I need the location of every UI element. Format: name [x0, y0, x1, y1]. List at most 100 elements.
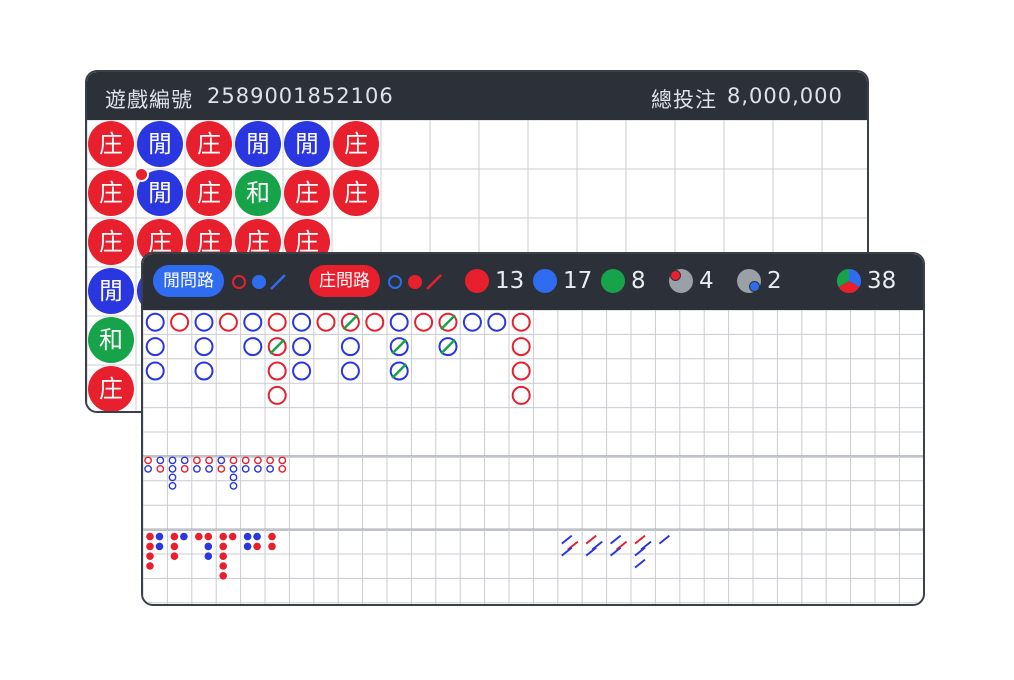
- big-road-banker: [414, 312, 434, 332]
- big-eye-road-player: [266, 464, 275, 473]
- big-eye-road-player: [144, 464, 152, 473]
- small-road-banker: [219, 552, 227, 560]
- big-road-banker: [267, 361, 287, 381]
- banker-pair-stat: 4: [669, 266, 714, 296]
- big-eye-road-player: [168, 456, 177, 465]
- player-ask-preview-icons: [232, 274, 286, 290]
- small-road-banker: [219, 572, 227, 580]
- tie-slash-icon: [391, 338, 408, 355]
- banker-ask-button[interactable]: 庄問路: [309, 265, 380, 297]
- small-road-banker: [195, 532, 203, 541]
- cockroach-road-banker: [585, 534, 597, 545]
- big-eye-road-player: [241, 464, 250, 473]
- bead-banker: 庄: [186, 121, 232, 167]
- bead-banker: 庄: [186, 170, 232, 216]
- big-eye-road-banker: [144, 456, 152, 465]
- small-road-banker: [253, 542, 261, 551]
- cockroach-road-player: [609, 534, 622, 545]
- cockroach-road-player: [658, 534, 671, 545]
- big-road-banker: [365, 312, 385, 332]
- big-road-player: [194, 337, 214, 357]
- small-road-player: [243, 532, 252, 541]
- big-road-banker: [267, 312, 287, 332]
- player-pair-icon: [737, 269, 761, 293]
- small-road-banker: [170, 532, 179, 541]
- bead-player: 閒: [284, 121, 330, 167]
- big-road-player: [145, 337, 165, 357]
- small-road-banker: [228, 532, 237, 541]
- big-road-player: [487, 312, 507, 332]
- total-count-stat: 38: [837, 266, 896, 296]
- bead-player: 閒: [137, 121, 183, 167]
- tie-slash-icon: [269, 338, 286, 355]
- bead-banker: 庄: [333, 121, 379, 167]
- bead-banker: 庄: [88, 219, 134, 265]
- small-road-player: [253, 532, 261, 541]
- bead-banker: 庄: [88, 121, 134, 167]
- big-road-player: [340, 337, 360, 357]
- big-road-player: [145, 312, 165, 332]
- banker-dot-icon: [465, 269, 489, 293]
- bead-banker: 庄: [88, 366, 134, 411]
- banker-count: 13: [495, 268, 525, 294]
- big-eye-road-banker: [156, 464, 165, 473]
- total-bet-value: 8,000,000: [727, 84, 843, 108]
- big-eye-road-banker: [229, 456, 238, 465]
- small-road-banker: [268, 542, 276, 551]
- small-road-player: [204, 542, 213, 551]
- big-road-player: [243, 312, 263, 332]
- big-eye-road-player: [168, 481, 177, 490]
- big-road-banker: [511, 385, 531, 405]
- big-eye-road-player: [254, 464, 262, 473]
- derived-roads-grid: [143, 310, 923, 604]
- cockroach-road-player: [634, 558, 646, 569]
- big-road-banker: [511, 312, 531, 332]
- big-eye-road-banker: [266, 456, 275, 465]
- big-road-player: [145, 361, 165, 381]
- bead-player: 閒: [235, 121, 281, 167]
- small-road-player: [155, 532, 164, 541]
- big-road-player: [462, 312, 482, 332]
- big-eye-road-player: [229, 464, 238, 473]
- player-count: 17: [563, 268, 593, 294]
- bead-tie: 和: [88, 317, 134, 363]
- big-eye-road-player: [217, 456, 226, 465]
- big-road-player: [243, 337, 263, 357]
- big-road-player: [340, 361, 360, 381]
- banker-count-stat: 13: [465, 266, 524, 296]
- tie-slash-icon: [440, 338, 456, 355]
- big-eye-road-banker: [241, 456, 250, 465]
- big-road-player: [292, 337, 312, 357]
- player-pair-count: 2: [767, 268, 782, 294]
- bead-banker: 庄: [88, 170, 134, 216]
- big-road-banker: [511, 361, 531, 381]
- big-eye-road-player: [168, 473, 177, 482]
- bead-banker: 庄: [333, 170, 379, 216]
- big-eye-road-player: [180, 456, 189, 465]
- player-pair-stat: 2: [737, 266, 782, 296]
- tie-count: 8: [631, 268, 646, 294]
- small-road-banker: [219, 542, 227, 551]
- total-bet-label: 總投注: [651, 88, 717, 112]
- small-road-banker: [170, 542, 179, 551]
- big-road-banker: [170, 312, 190, 332]
- total-count: 38: [867, 268, 897, 294]
- banker-ask-preview-icons: [388, 274, 442, 290]
- tie-slash-icon: [391, 363, 408, 379]
- banker-pair-count: 4: [699, 268, 714, 294]
- big-eye-road-banker: [278, 464, 287, 473]
- cockroach-road-player: [561, 534, 573, 545]
- big-road-player: [292, 361, 312, 381]
- banker-pair-icon: [669, 269, 693, 293]
- small-road-banker: [268, 532, 276, 541]
- small-road-player: [204, 552, 213, 560]
- small-road-player: [180, 532, 188, 541]
- tie-slash-icon: [440, 314, 456, 331]
- tie-slash-icon: [342, 314, 359, 331]
- player-ask-button[interactable]: 閒問路: [153, 265, 224, 297]
- small-road-banker: [204, 532, 213, 541]
- big-eye-road-banker: [205, 456, 213, 465]
- small-road-banker: [146, 552, 154, 560]
- big-eye-road-player: [205, 464, 213, 473]
- bead-tie: 和: [235, 170, 281, 216]
